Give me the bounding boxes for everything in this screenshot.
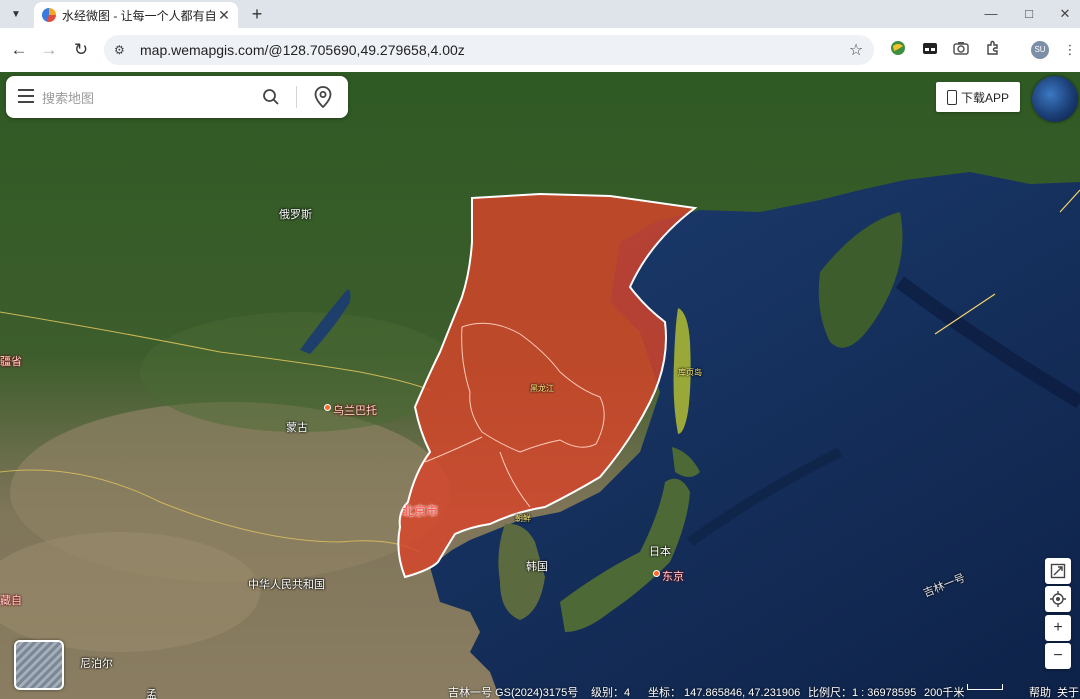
camera-icon[interactable] [951,40,971,60]
zoom-out-button[interactable]: − [1045,643,1071,669]
bookmark-star-icon[interactable]: ☆ [844,40,868,60]
tab-title: 水经微图 - 让每一个人都有自己 [62,8,216,23]
zoom-in-button[interactable]: + [1045,615,1071,641]
extension-glasses-icon[interactable] [920,40,940,60]
reload-icon[interactable]: ↻ [70,39,92,61]
map-search-input[interactable] [40,86,254,110]
address-bar[interactable]: ⚙ map.wemapgis.com/@128.705690,49.279658… [104,35,874,65]
browser-tabstrip: ▼ 水经微图 - 让每一个人都有自己 ✕ + — □ ✕ [0,0,1080,28]
map-scale-ratio: 比例尺：1 : 36978595 [808,687,917,699]
scale-bar [967,684,1003,690]
help-link[interactable]: 帮助 [1029,684,1051,699]
globe-view-icon[interactable] [1032,76,1078,122]
extension-globe-icon[interactable] [888,40,908,60]
location-pin-icon[interactable] [314,86,332,113]
phone-icon [946,89,957,105]
minimize-icon[interactable]: — [976,4,1006,24]
map-status-bar: 吉林一号 GS(2024)3175号 级别：4 坐标： 147.865846, … [0,683,1080,699]
browser-tab[interactable]: 水经微图 - 让每一个人都有自己 ✕ [34,2,238,28]
fullscreen-icon[interactable] [1045,558,1071,584]
map-label-ulaanbaatar: 乌兰巴托 [333,405,377,417]
cursor-coordinates: 坐标： 147.865846, 47.231906 [648,687,801,699]
browser-menu-icon[interactable]: ⋮ [1060,40,1080,60]
source-attribution: 吉林一号 GS(2024)3175号 [448,687,579,699]
tab-search-chevron-icon[interactable]: ▼ [6,5,26,23]
map-label-china: 中华人民共和国 [248,579,325,591]
map-label-coast: 朝鲜 [515,514,531,523]
wemap-favicon-icon [42,8,56,22]
url-text[interactable]: map.wemapgis.com/@128.705690,49.279658,4… [140,42,844,58]
download-app-button[interactable]: 下载APP [936,82,1020,112]
map-label-xinjiang-edge: 疆省 [0,356,22,368]
map-search-panel [6,76,348,118]
download-app-label: 下载APP [960,90,1009,105]
map-label-tokyo: 东京 [662,571,684,583]
city-dot [324,404,331,411]
map-label-nepal: 尼泊尔 [80,658,113,670]
browser-toolbar: ← → ↻ ⚙ map.wemapgis.com/@128.705690,49.… [0,28,1080,73]
locate-me-icon[interactable] [1045,586,1071,612]
search-icon[interactable] [262,88,280,111]
map-label-korea: 韩国 [526,561,548,573]
profile-avatar[interactable]: SU [1031,41,1049,59]
map-label-mongolia: 蒙古 [286,422,308,434]
map-label-heilongjiang: 黑龙江 [530,384,554,393]
window-close-icon[interactable]: ✕ [1050,4,1080,24]
back-arrow-icon[interactable]: ← [8,39,30,61]
scale-bar-label: 200千米 [924,687,965,699]
city-dot [653,570,660,577]
maximize-icon[interactable]: □ [1014,4,1044,24]
new-tab-plus-icon[interactable]: + [246,3,268,25]
extensions-puzzle-icon[interactable] [983,40,1003,60]
map-label-beijing: 北京市 [402,504,439,518]
map-view[interactable]: 下载APP 俄罗斯 蒙古 乌兰巴托 中华人民共和国 韩国 日本 东京 北京市 尼… [0,72,1080,699]
tab-close-icon[interactable]: ✕ [216,7,232,24]
map-label-japan: 日本 [649,546,671,558]
map-label-sakhalin: 库页岛 [678,368,702,377]
map-label-tibet-edge: 藏自 [0,595,22,607]
hamburger-menu-icon[interactable] [18,89,34,103]
forward-arrow-icon[interactable]: → [38,39,60,61]
search-divider [296,86,297,108]
map-label-russia: 俄罗斯 [279,209,312,221]
about-link[interactable]: 关于 [1057,684,1079,699]
zoom-level: 级别：4 [591,687,631,699]
site-settings-icon[interactable]: ⚙ [114,43,130,57]
